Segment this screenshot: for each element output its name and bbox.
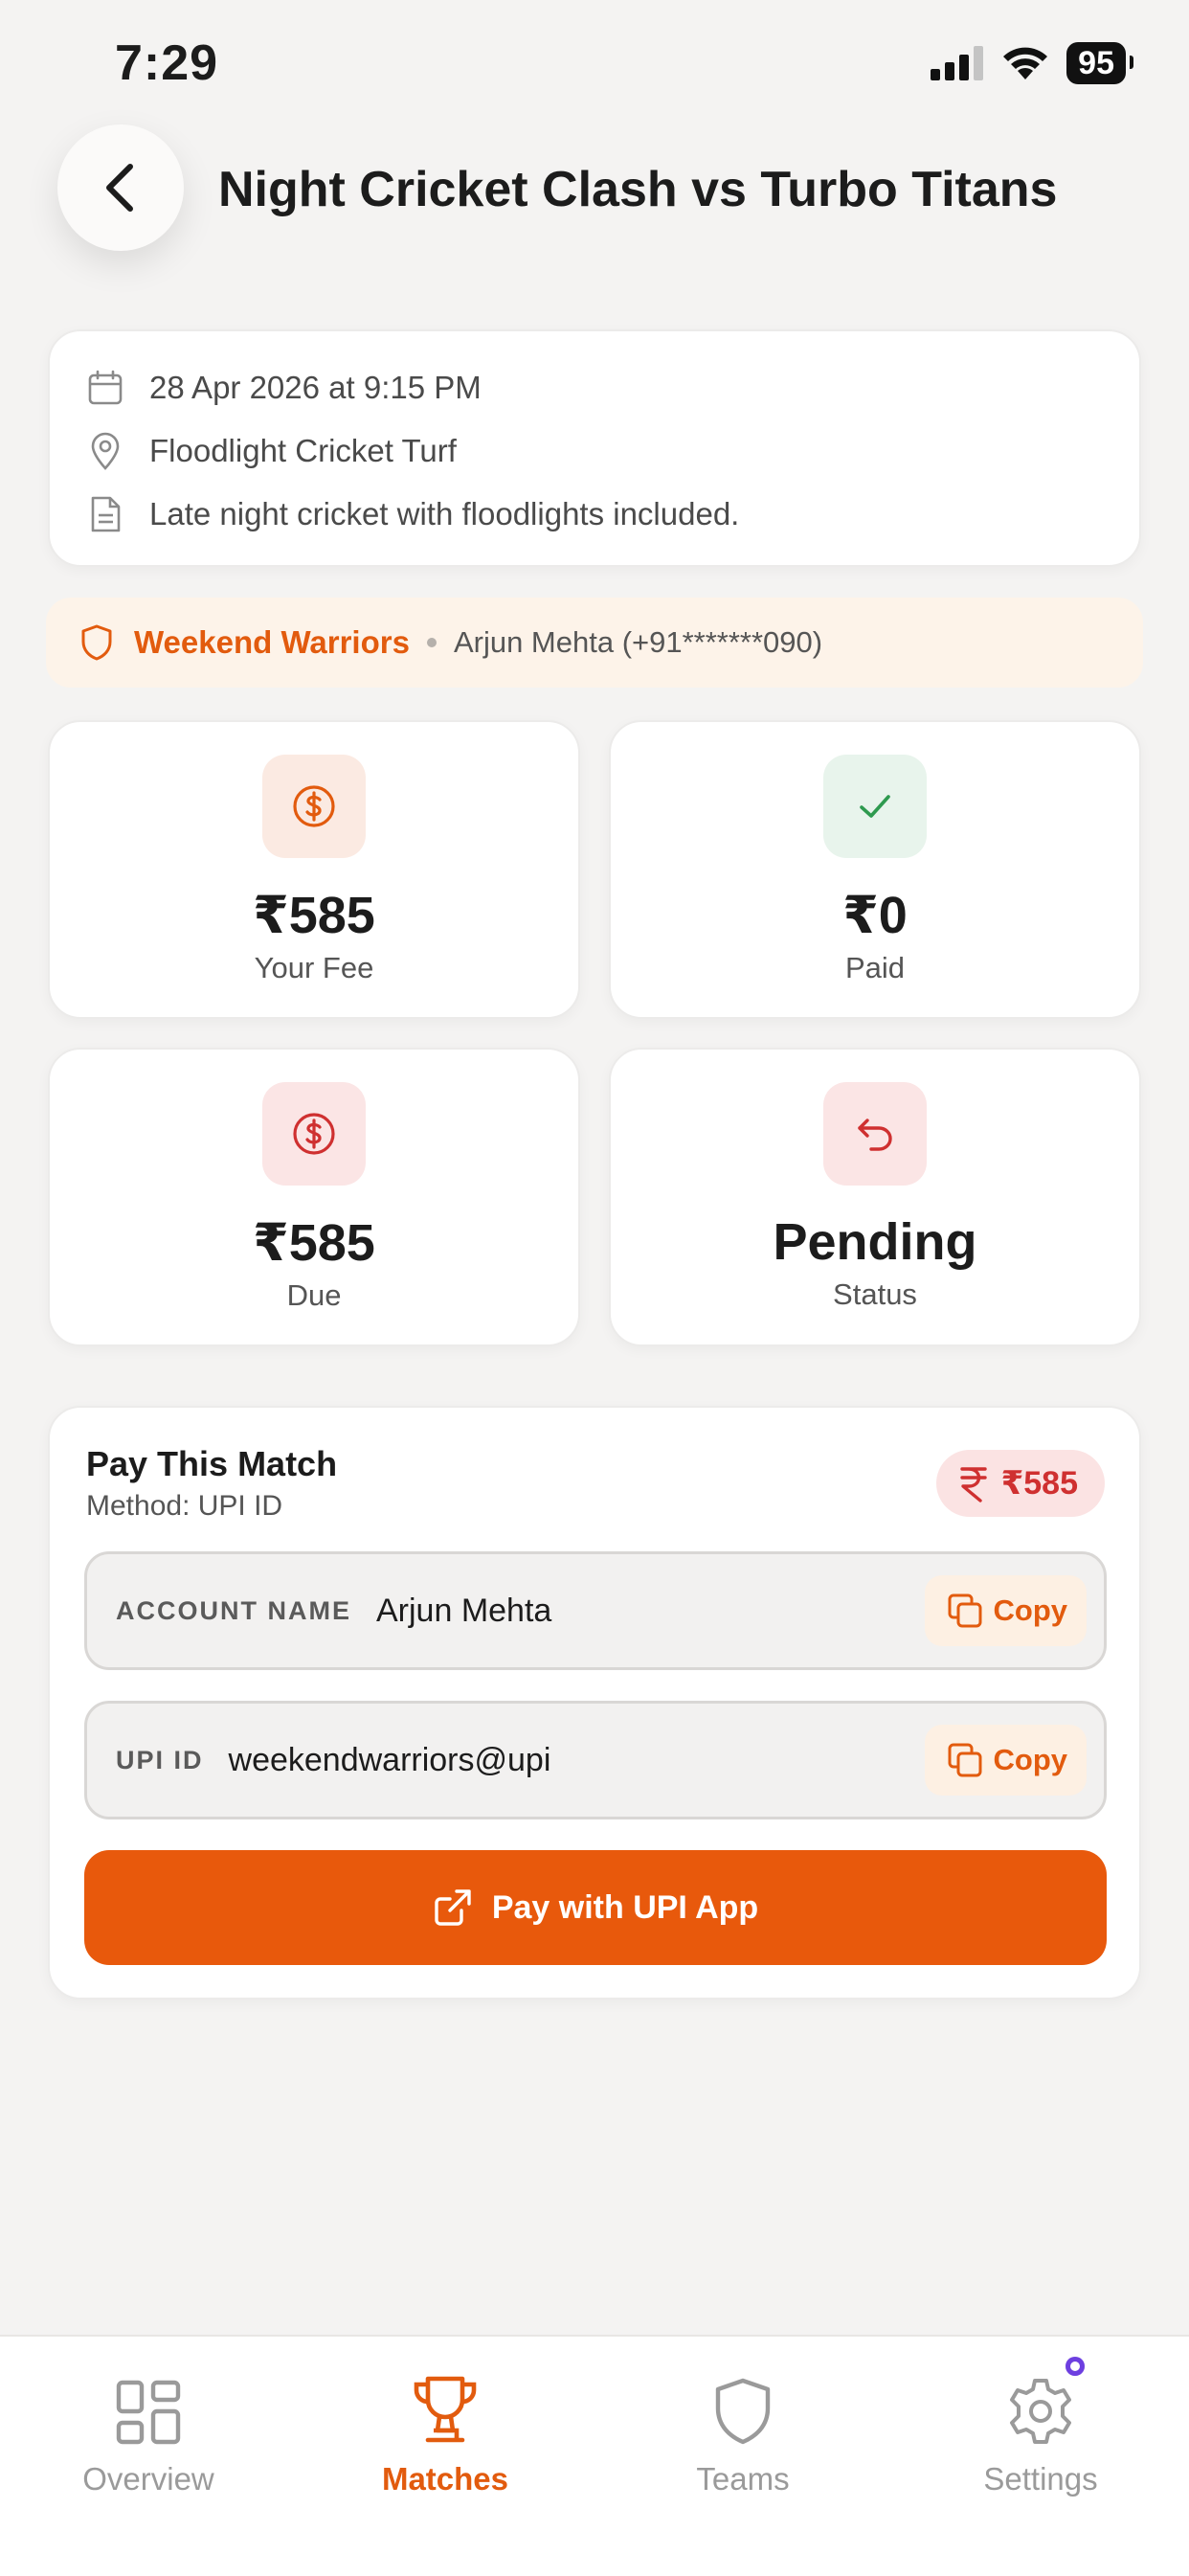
nav-label-overview: Overview [82,2461,214,2497]
status-label: Status [833,1277,917,1311]
stat-card-due: ₹585 Due [48,1048,580,1346]
page-title: Night Cricket Clash vs Turbo Titans [218,162,1058,217]
rupee-icon [959,1467,987,1503]
copy-label: Copy [993,1743,1068,1776]
cellular-signal-icon [931,46,984,80]
payment-title: Pay This Match [86,1444,338,1483]
status-value: Pending [773,1213,977,1271]
dollar-coin-icon [262,755,366,858]
wifi-icon [1003,47,1048,79]
checkmark-icon [823,755,927,858]
pay-button-label: Pay with UPI App [491,1888,759,1926]
payment-card: Pay This Match Method: UPI ID ₹585 ACCOU… [48,1406,1141,2000]
copy-icon [948,1743,981,1777]
external-link-icon [435,1889,471,1926]
payment-method: Method: UPI ID [86,1490,283,1522]
team-bar: Weekend Warriors Arjun Mehta (+91*******… [46,598,1143,688]
shield-icon [81,624,112,661]
calendar-icon [86,369,124,407]
stat-card-fee: ₹585 Your Fee [48,720,580,1019]
upi-id-label: UPI ID [116,1745,204,1774]
chevron-left-icon [106,164,133,212]
status-icons: 95 [931,42,1133,84]
match-notes-row: Late night cricket with floodlights incl… [86,483,1103,546]
trophy-icon [414,2376,477,2443]
document-icon [86,495,124,533]
match-info-card: 28 Apr 2026 at 9:15 PM Floodlight Cricke… [48,329,1141,567]
account-name-field: ACCOUNT NAME Arjun Mehta Copy [84,1551,1107,1670]
account-name-value: Arjun Mehta [376,1592,552,1629]
battery-indicator: 95 [1066,42,1133,84]
grid-icon [116,2380,181,2445]
gear-icon [1010,2379,1071,2444]
amount-badge-value: ₹585 [1000,1465,1078,1502]
fee-value: ₹585 [253,887,375,944]
shield-icon [715,2378,771,2445]
account-name-label: ACCOUNT NAME [116,1595,351,1625]
paid-value: ₹0 [842,887,908,944]
status-time: 7:29 [115,35,219,91]
due-label: Due [286,1278,342,1312]
separator-dot [426,638,437,647]
nav-item-overview[interactable]: Overview [0,2358,297,2497]
copy-account-name-button[interactable]: Copy [924,1575,1087,1646]
upi-id-value: weekendwarriors@upi [228,1741,551,1778]
fee-label: Your Fee [254,951,374,984]
pay-with-upi-button[interactable]: Pay with UPI App [84,1850,1107,1965]
team-contact: Arjun Mehta (+91*******090) [453,625,823,659]
copy-icon [948,1593,981,1628]
nav-label-settings: Settings [983,2461,1098,2497]
nav-item-settings[interactable]: Settings [892,2354,1189,2497]
status-bar: 7:29 95 [0,0,1189,134]
notification-dot [1063,2354,1088,2379]
match-notes: Late night cricket with floodlights incl… [149,496,740,531]
match-datetime: 28 Apr 2026 at 9:15 PM [149,370,482,405]
nav-item-matches[interactable]: Matches [297,2358,594,2497]
upi-id-field: UPI ID weekendwarriors@upi Copy [84,1701,1107,1819]
match-venue-row: Floodlight Cricket Turf [86,419,1103,483]
team-name: Weekend Warriors [134,624,410,660]
match-datetime-row: 28 Apr 2026 at 9:15 PM [86,356,1103,419]
nav-item-teams[interactable]: Teams [594,2358,891,2497]
copy-label: Copy [993,1593,1068,1627]
copy-upi-id-button[interactable]: Copy [924,1725,1087,1796]
stat-card-paid: ₹0 Paid [609,720,1141,1019]
location-pin-icon [86,432,124,470]
back-button[interactable] [57,124,184,251]
nav-label-teams: Teams [696,2461,790,2497]
stat-card-status: Pending Status [609,1048,1141,1346]
nav-label-matches: Matches [381,2461,509,2497]
due-value: ₹585 [253,1214,375,1272]
match-venue: Floodlight Cricket Turf [149,433,457,468]
paid-label: Paid [844,951,906,984]
dollar-coin-icon [262,1082,366,1186]
bottom-nav: Overview Matches Teams Settings [0,2335,1189,2576]
undo-arrow-icon [823,1082,927,1186]
amount-badge: ₹585 [935,1450,1105,1517]
